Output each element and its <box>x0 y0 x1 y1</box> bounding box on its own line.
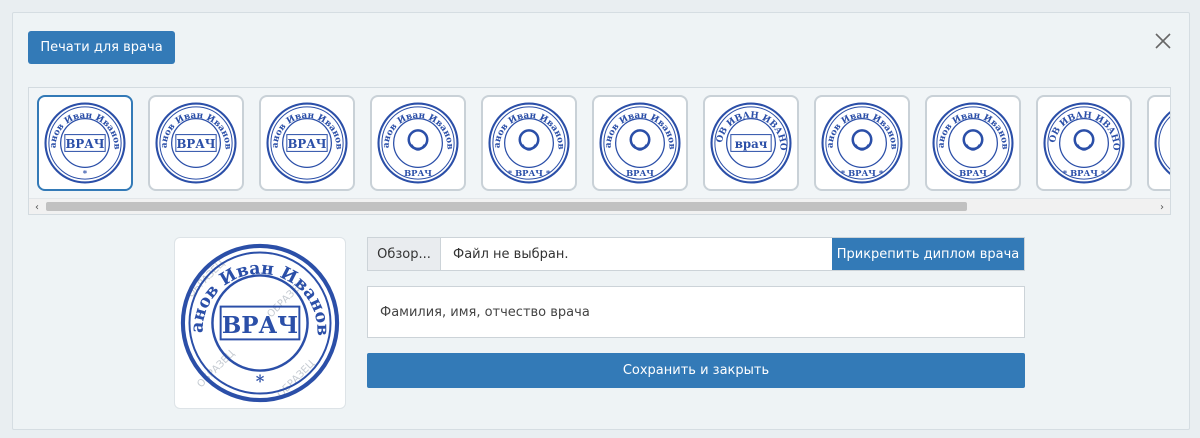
doctor-name-input[interactable] <box>367 286 1025 338</box>
stamp-thumbnails: Иванов Иван ИвановичВРАЧ * Иванов Иван Ива… <box>37 95 1170 191</box>
stamp-center-text: врач <box>735 137 768 151</box>
stamp-bottom-text: * ВРАЧ * <box>508 168 551 178</box>
stamp-center-text: ВРАЧ <box>65 137 104 151</box>
stamp-thumbnail[interactable]: Иванов Иван Иванович* ВРАЧ * <box>481 95 577 191</box>
stamp-icon: Иванов Иван ИвановичВРАЧ <box>265 101 348 184</box>
stamp-bottom-text: * <box>256 372 265 391</box>
file-status-text: Файл не выбран. <box>453 246 569 262</box>
scrollbar-thumb[interactable] <box>46 202 967 211</box>
stamp-icon: Иванов Иван ИвановичВРАЧ* <box>43 101 126 184</box>
stamp-icon: Иванов Иван ИвановичВРАЧ <box>598 101 681 184</box>
stamp-bottom-text: * ВРАЧ * <box>841 168 884 178</box>
horizontal-scrollbar[interactable]: ‹ › <box>29 198 1170 214</box>
stamp-bottom-text: * <box>83 168 88 178</box>
stamp-icon: Иванов Иван ИвановичВРАЧ <box>154 101 237 184</box>
watermark-text: ОБРАЗЕЦ <box>195 348 237 390</box>
stamp-thumbnail[interactable]: Иванов Иван ИвановичВРАЧ <box>370 95 466 191</box>
stamp-carousel: Иванов Иван ИвановичВРАЧ * Иванов Иван Ива… <box>28 87 1171 215</box>
scroll-right-arrow-icon[interactable]: › <box>1154 199 1170 214</box>
stamp-icon <box>1154 111 1170 175</box>
stamp-icon: Иванов Иван Иванович* ВРАЧ * <box>487 101 570 184</box>
stamp-icon: ИВАНОВ ИВАН ИВАНОВИЧ* ВРАЧ * <box>1042 101 1125 184</box>
save-and-close-button[interactable]: Сохранить и закрыть <box>367 353 1025 388</box>
stamp-thumbnail[interactable]: ИВАНОВ ИВАН ИВАНОВИЧврач <box>703 95 799 191</box>
stamp-bottom-text: ВРАЧ <box>626 168 654 178</box>
stamp-center-text: ВРАЧ <box>222 312 298 339</box>
stamp-thumbnail[interactable]: ИВАНОВ ИВАН ИВАНОВИЧ* ВРАЧ * <box>1036 95 1132 191</box>
close-icon <box>1155 33 1171 49</box>
stamp-icon: Иванов Иван ИвановичВРАЧ <box>931 101 1014 184</box>
scroll-left-arrow-icon[interactable]: ‹ <box>29 199 45 214</box>
browse-button[interactable]: Обзор... <box>368 238 441 270</box>
stamp-preview: ОБРАЗЕЦОБРАЗЕЦОБРАЗЕЦОБРАЗЕЦИванов Иван … <box>174 237 346 409</box>
stamp-center-text: ВРАЧ <box>287 137 326 151</box>
close-button[interactable] <box>1152 30 1174 52</box>
stamp-bottom-text: * ВРАЧ * <box>1063 168 1106 178</box>
diploma-file-picker[interactable]: Обзор... Файл не выбран. Прикрепить дипл… <box>367 237 1025 271</box>
stamp-preview-image: ОБРАЗЕЦОБРАЗЕЦОБРАЗЕЦОБРАЗЕЦИванов Иван … <box>178 241 340 403</box>
stamp-thumbnail[interactable]: Иванов Иван ИвановичВРАЧ* <box>37 95 133 191</box>
stamp-bottom-text: ВРАЧ <box>404 168 432 178</box>
stamp-bottom-text: ВРАЧ <box>959 168 987 178</box>
stamp-icon: Иванов Иван Иванович* ВРАЧ * <box>820 101 903 184</box>
attach-diploma-button[interactable]: Прикрепить диплом врача <box>832 238 1024 270</box>
stamp-thumbnail[interactable]: Иванов Иван ИвановичВРАЧ <box>259 95 355 191</box>
stamps-title-button[interactable]: Печати для врача <box>28 31 175 64</box>
stamp-thumbnail[interactable]: Иванов Иван Иванович* ВРАЧ * <box>814 95 910 191</box>
stamp-icon: Иванов Иван ИвановичВРАЧ <box>376 101 459 184</box>
stamp-thumbnail[interactable] <box>1147 95 1170 191</box>
stamp-thumbnail[interactable]: Иванов Иван ИвановичВРАЧ <box>148 95 244 191</box>
stamp-icon: ИВАНОВ ИВАН ИВАНОВИЧврач <box>709 101 792 184</box>
stamp-thumbnail[interactable]: Иванов Иван ИвановичВРАЧ <box>592 95 688 191</box>
stamp-thumbnail[interactable]: Иванов Иван ИвановичВРАЧ <box>925 95 1021 191</box>
stamp-center-text: ВРАЧ <box>176 137 215 151</box>
